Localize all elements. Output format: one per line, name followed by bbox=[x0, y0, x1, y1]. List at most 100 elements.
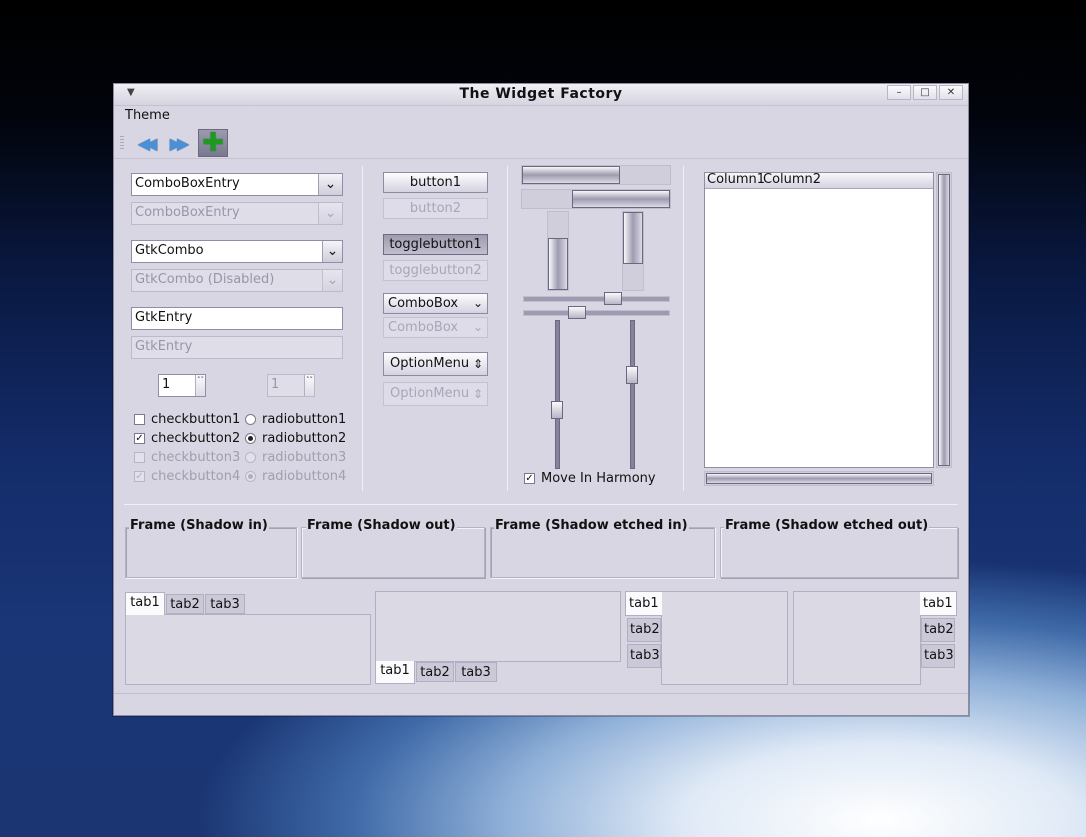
frame-shadow-etched-in-label: Frame (Shadow etched in) bbox=[494, 518, 689, 533]
gtkentry[interactable]: GtkEntry bbox=[131, 307, 343, 330]
checkbox-checked-icon[interactable]: ✓ bbox=[524, 473, 535, 484]
radiobutton3: radiobutton3 bbox=[245, 450, 346, 465]
window-title: The Widget Factory bbox=[459, 86, 623, 102]
optionmenu[interactable]: OptionMenu ⇕ bbox=[383, 352, 488, 376]
combobox-label: ComboBox bbox=[388, 296, 459, 311]
button2: button2 bbox=[383, 198, 488, 219]
menu-theme[interactable]: Theme bbox=[125, 108, 170, 123]
notebook-bottom-tab3[interactable]: tab3 bbox=[455, 662, 497, 682]
hscale-2-handle[interactable] bbox=[568, 306, 587, 319]
rewind-icon: ◀◀ bbox=[137, 133, 157, 153]
combobox[interactable]: ComboBox ⌄ bbox=[383, 293, 488, 314]
checkbutton2[interactable]: ✓ checkbutton2 bbox=[134, 431, 240, 446]
tree-vertical-scrollbar[interactable] bbox=[936, 172, 952, 468]
frame-shadow-out bbox=[301, 527, 485, 578]
column1-header[interactable]: Column1 bbox=[707, 172, 765, 187]
notebook-top-tab2[interactable]: tab2 bbox=[166, 594, 204, 614]
progressbar-horizontal-2 bbox=[521, 189, 671, 209]
rewind-button[interactable]: ◀◀ bbox=[130, 129, 160, 157]
checkbox-disabled-icon bbox=[134, 452, 145, 463]
column2-header[interactable]: Column2 bbox=[763, 172, 821, 187]
comboboxentry-text[interactable]: ComboBoxEntry bbox=[135, 176, 240, 191]
progress-fill bbox=[572, 190, 670, 208]
close-button[interactable]: ✕ bbox=[939, 85, 963, 100]
add-button[interactable]: ✚ bbox=[198, 129, 228, 157]
frame-shadow-etched-out-label: Frame (Shadow etched out) bbox=[724, 518, 930, 533]
chevron-down-icon[interactable]: ⌄ bbox=[322, 241, 342, 262]
move-in-harmony-label: Move In Harmony bbox=[541, 471, 656, 486]
hscale-1[interactable] bbox=[523, 296, 670, 302]
notebook-bottom-tab2[interactable]: tab2 bbox=[416, 662, 454, 682]
gtkcombo[interactable]: GtkCombo ⌄ bbox=[131, 240, 343, 263]
hscale-1-handle[interactable] bbox=[604, 292, 623, 305]
spin-arrows-icon: ˄˅ bbox=[304, 375, 314, 396]
combobox-disabled-label: ComboBox bbox=[388, 320, 459, 335]
radio-off-icon[interactable] bbox=[245, 414, 256, 425]
gtkentry-text[interactable]: GtkEntry bbox=[135, 310, 192, 325]
gtkcombo-disabled: GtkCombo (Disabled) ⌄ bbox=[131, 269, 343, 292]
spinbutton[interactable]: 1 ˄˅ bbox=[158, 374, 206, 397]
optionmenu-label: OptionMenu bbox=[390, 356, 470, 371]
notebook-right-tab2[interactable]: tab2 bbox=[921, 618, 955, 642]
radiobutton4-label: radiobutton4 bbox=[262, 469, 347, 484]
add-icon: ✚ bbox=[202, 128, 224, 158]
minimize-button[interactable]: – bbox=[887, 85, 911, 100]
notebook-left-tab2[interactable]: tab2 bbox=[627, 618, 661, 642]
checkbutton2-label: checkbutton2 bbox=[151, 431, 241, 446]
checkbutton3: checkbutton3 bbox=[134, 450, 240, 465]
comboboxentry[interactable]: ComboBoxEntry ⌄ bbox=[131, 173, 343, 196]
tree-view[interactable]: Column1 Column2 bbox=[704, 172, 934, 468]
notebook-left-tab3[interactable]: tab3 bbox=[627, 644, 661, 668]
gtkcombo-text[interactable]: GtkCombo bbox=[135, 243, 204, 258]
button1[interactable]: button1 bbox=[383, 172, 488, 193]
vscale-1[interactable] bbox=[555, 320, 560, 469]
notebook-right bbox=[793, 591, 921, 685]
notebook-bottom-tab1[interactable]: tab1 bbox=[375, 661, 415, 684]
spinbutton-disabled: 1 ˄˅ bbox=[267, 374, 315, 397]
horizontal-scrollbar-thumb[interactable] bbox=[706, 473, 932, 484]
notebook-top-tab3[interactable]: tab3 bbox=[205, 594, 245, 614]
radiobutton2[interactable]: radiobutton2 bbox=[245, 431, 346, 446]
fast-forward-button[interactable]: ▶▶ bbox=[162, 129, 192, 157]
vscale-2[interactable] bbox=[630, 320, 635, 469]
checkbox-disabled-checked-icon: ✓ bbox=[134, 471, 145, 482]
radiobutton1[interactable]: radiobutton1 bbox=[245, 412, 346, 427]
notebook-left bbox=[661, 591, 788, 685]
spin-arrows-icon[interactable]: ˄˅ bbox=[195, 375, 205, 396]
notebook-right-tab1[interactable]: tab1 bbox=[920, 591, 957, 616]
section-separator bbox=[124, 504, 958, 505]
notebook-right-tab3[interactable]: tab3 bbox=[921, 644, 955, 668]
tree-horizontal-scrollbar[interactable] bbox=[704, 471, 934, 486]
column-separator bbox=[362, 166, 363, 491]
checkbox-unchecked-icon[interactable] bbox=[134, 414, 145, 425]
checkbutton1[interactable]: checkbutton1 bbox=[134, 412, 240, 427]
combobox-disabled: ComboBox ⌄ bbox=[383, 317, 488, 338]
spinbutton-value[interactable]: 1 bbox=[162, 377, 170, 392]
notebook-top-tab1[interactable]: tab1 bbox=[125, 592, 165, 615]
notebook-top bbox=[125, 614, 371, 685]
gtkentry-disabled-text: GtkEntry bbox=[135, 339, 193, 354]
vscale-1-handle[interactable] bbox=[551, 401, 563, 420]
chevron-down-icon[interactable]: ⌄ bbox=[318, 174, 342, 195]
hscale-2[interactable] bbox=[523, 310, 670, 316]
updown-arrows-icon: ⇕ bbox=[472, 357, 483, 371]
menu-bar: Theme bbox=[114, 106, 968, 127]
vertical-scrollbar-thumb[interactable] bbox=[938, 174, 950, 466]
checkbox-checked-icon[interactable]: ✓ bbox=[134, 433, 145, 444]
radio-on-icon[interactable] bbox=[245, 433, 256, 444]
updown-arrows-icon: ⇕ bbox=[472, 387, 483, 401]
vscale-2-handle[interactable] bbox=[626, 365, 638, 384]
radio-disabled-on-icon bbox=[245, 471, 256, 482]
radiobutton4: radiobutton4 bbox=[245, 469, 346, 484]
progress-fill bbox=[623, 212, 643, 264]
column-separator bbox=[683, 166, 684, 491]
notebook-left-tab1[interactable]: tab1 bbox=[625, 591, 662, 616]
togglebutton1[interactable]: togglebutton1 bbox=[383, 234, 488, 255]
title-bar[interactable]: ▼ The Widget Factory – □ ✕ bbox=[114, 84, 968, 106]
chevron-down-icon: ⌄ bbox=[472, 320, 483, 334]
frame-shadow-in-label: Frame (Shadow in) bbox=[129, 518, 269, 533]
move-in-harmony-checkbox[interactable]: ✓ Move In Harmony bbox=[524, 471, 656, 486]
checkbutton4: ✓ checkbutton4 bbox=[134, 469, 240, 484]
maximize-button[interactable]: □ bbox=[913, 85, 937, 100]
toolbar-grip-handle[interactable] bbox=[120, 136, 124, 150]
